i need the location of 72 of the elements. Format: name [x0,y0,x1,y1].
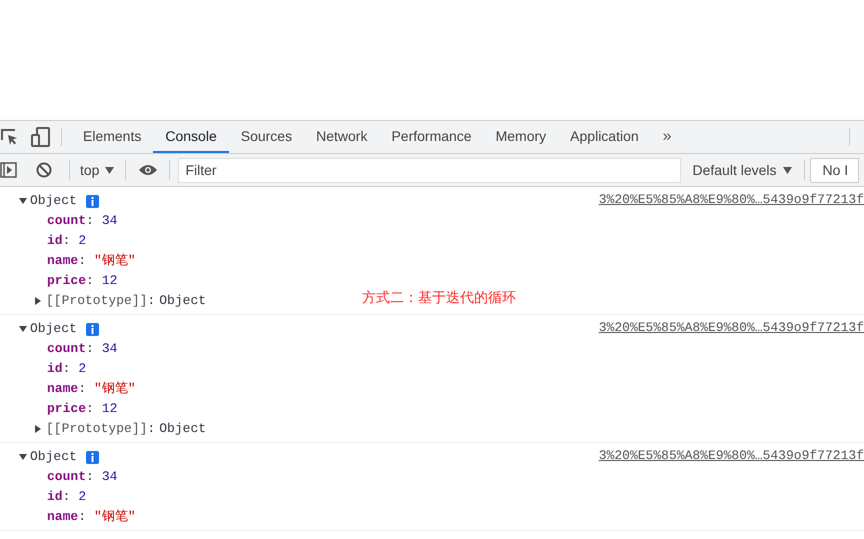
prototype-label[interactable]: [[Prototype]] [46,291,148,311]
property-value: 2 [78,360,86,378]
panel-tab[interactable]: Network [304,121,380,153]
property-colon: : [86,272,94,290]
context-selector[interactable]: top [80,160,114,180]
panel-tab[interactable]: Performance [379,121,484,153]
filter-field[interactable]: Filter [178,158,682,182]
property-name: name [47,252,78,270]
caret-right-icon[interactable] [34,297,42,305]
info-icon [86,194,99,208]
panel-tab[interactable]: Sources [228,121,304,153]
object-label[interactable]: Object [30,319,77,339]
property-value: 2 [78,488,86,506]
property-name: id [47,488,63,506]
prototype-colon: : [147,420,156,438]
property-name: name [47,508,78,526]
property-colon: : [62,488,70,506]
panel-tab[interactable]: Elements [71,121,154,153]
property-value: 34 [102,468,118,486]
property-value: "钢笔" [94,508,136,526]
property-colon: : [62,360,70,378]
info-icon [86,322,99,336]
panel-tab[interactable]: Application [558,121,651,153]
inspect-cursor-icon[interactable] [1,128,19,146]
caret-down-icon[interactable] [19,453,27,461]
property-value: 12 [102,400,118,418]
property-name: id [47,232,63,250]
dropdown-arrow-icon [782,166,792,174]
property-name: name [47,380,78,398]
annotation-text: 方式二：基于迭代的循环 [362,288,516,307]
object-label[interactable]: Object [30,447,77,467]
device-toggle-icon[interactable] [31,127,51,147]
property-colon: : [86,400,94,418]
prototype-value: Object [159,292,206,310]
prototype-value: Object [159,420,206,438]
property-name: price [47,272,86,290]
property-value: 34 [102,212,118,230]
prototype-colon: : [147,292,156,310]
property-value: "钢笔" [94,252,136,270]
prototype-label[interactable]: [[Prototype]] [46,419,148,439]
eye-icon[interactable] [138,164,158,176]
property-name: count [47,212,86,230]
panel-tab[interactable]: Memory [484,121,558,153]
more-tabs-button[interactable]: » [650,121,684,153]
source-link[interactable]: 3%20%E5%85%A8%E9%80%…5439o9f77213f [598,190,864,210]
property-value: 12 [102,272,118,290]
property-colon: : [78,252,86,270]
issues-button[interactable]: No I [810,158,860,182]
property-colon: : [86,212,94,230]
property-colon: : [78,508,86,526]
property-colon: : [86,468,94,486]
property-name: count [47,468,86,486]
log-levels-dropdown[interactable]: Default levels [692,160,792,180]
property-colon: : [78,380,86,398]
source-link[interactable]: 3%20%E5%85%A8%E9%80%…5439o9f77213f [598,318,864,338]
clear-console-icon[interactable] [36,162,52,178]
property-name: id [47,360,63,378]
caret-right-icon[interactable] [34,425,42,433]
property-value: "钢笔" [94,380,136,398]
property-value: 2 [78,232,86,250]
property-value: 34 [102,340,118,358]
property-name: price [47,400,86,418]
dropdown-arrow-icon [105,166,114,174]
property-colon: : [62,232,70,250]
caret-down-icon[interactable] [19,197,27,205]
property-colon: : [86,340,94,358]
sidebar-toggle-icon[interactable] [0,161,18,179]
caret-down-icon[interactable] [19,325,27,333]
info-icon [86,450,99,464]
property-name: count [47,340,86,358]
object-label[interactable]: Object [30,191,77,211]
source-link[interactable]: 3%20%E5%85%A8%E9%80%…5439o9f77213f [598,446,864,466]
